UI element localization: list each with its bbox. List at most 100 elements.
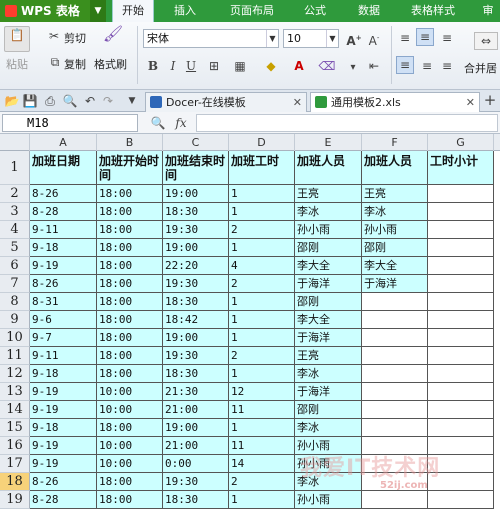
cell-c[interactable]: 19:30 [163, 347, 229, 365]
cell-c[interactable]: 0:00 [163, 455, 229, 473]
undo-icon[interactable]: ↶ [82, 93, 98, 109]
cell-d[interactable]: 11 [229, 437, 295, 455]
cell-e[interactable]: 邵刚 [295, 293, 362, 311]
scissors-icon[interactable]: ✂ [46, 28, 62, 44]
cell-c[interactable]: 18:30 [163, 293, 229, 311]
cell-c[interactable]: 18:42 [163, 311, 229, 329]
row-header[interactable]: 3 [0, 203, 30, 221]
align-left-icon[interactable]: ≡ [396, 56, 414, 74]
font-grow-icon[interactable]: A+ [346, 30, 362, 49]
cell-g[interactable] [428, 419, 494, 437]
cell-g[interactable] [428, 203, 494, 221]
row-header[interactable]: 4 [0, 221, 30, 239]
cell-b[interactable]: 18:00 [97, 329, 163, 347]
column-header-a[interactable]: A [30, 134, 97, 151]
cell-a[interactable]: 8-26 [30, 275, 97, 293]
cell-e[interactable]: 于海洋 [295, 329, 362, 347]
row-header[interactable]: 18 [0, 473, 30, 491]
cell-b[interactable]: 18:00 [97, 185, 163, 203]
formula-input[interactable] [196, 114, 498, 132]
cell-c[interactable]: 18:30 [163, 203, 229, 221]
row-header[interactable]: 11 [0, 347, 30, 365]
tab-workbook[interactable]: 通用模板2.xls ✕ [310, 92, 480, 112]
column-header-c[interactable]: C [163, 134, 229, 151]
cell-e[interactable]: 李大全 [295, 257, 362, 275]
cell-a[interactable]: 8-31 [30, 293, 97, 311]
cell-e[interactable]: 于海洋 [295, 275, 362, 293]
column-header-d[interactable]: D [229, 134, 295, 151]
cell-b[interactable]: 18:00 [97, 473, 163, 491]
menu-home[interactable]: 开始 [112, 0, 154, 22]
print-icon[interactable]: ⎙ [42, 93, 58, 109]
row-header[interactable]: 15 [0, 419, 30, 437]
cell-c[interactable]: 19:00 [163, 329, 229, 347]
cell-d[interactable]: 1 [229, 239, 295, 257]
cell-a[interactable]: 9-19 [30, 437, 97, 455]
cell-g[interactable] [428, 293, 494, 311]
header-cell-f[interactable]: 加班人员 [362, 151, 428, 185]
cell-d[interactable]: 12 [229, 383, 295, 401]
font-shrink-icon[interactable]: A- [366, 30, 382, 49]
cell-d[interactable]: 4 [229, 257, 295, 275]
bold-icon[interactable]: B [146, 58, 160, 74]
cell-d[interactable]: 2 [229, 275, 295, 293]
cell-d[interactable]: 1 [229, 365, 295, 383]
paste-icon[interactable]: 📋 [4, 26, 30, 52]
merge-icon[interactable]: ⇔ [474, 32, 498, 50]
cell-e[interactable]: 王亮 [295, 185, 362, 203]
format-painter-icon[interactable]: 🖌 [102, 26, 124, 48]
chevron-down-icon[interactable]: ▾ [346, 60, 360, 76]
column-header-f[interactable]: F [362, 134, 428, 151]
cell-g[interactable] [428, 401, 494, 419]
italic-icon[interactable]: I [166, 58, 180, 74]
cell-b[interactable]: 18:00 [97, 365, 163, 383]
cell-f[interactable] [362, 329, 428, 347]
cell-e[interactable]: 邵刚 [295, 401, 362, 419]
format-painter-button[interactable]: 格式刷 [94, 56, 127, 72]
close-icon[interactable]: ✕ [293, 93, 302, 112]
border-icon[interactable]: ⊞ [206, 58, 222, 74]
cell-d[interactable]: 1 [229, 293, 295, 311]
fill-color-icon[interactable]: ◆ [262, 58, 280, 74]
row-header[interactable]: 12 [0, 365, 30, 383]
cell-g[interactable] [428, 185, 494, 203]
menu-review[interactable]: 审 [476, 0, 500, 22]
cell-g[interactable] [428, 257, 494, 275]
cell-f[interactable]: 李大全 [362, 257, 428, 275]
cell-f[interactable] [362, 383, 428, 401]
cell-f[interactable]: 李冰 [362, 203, 428, 221]
font-family-select[interactable]: 宋体 ▼ [143, 29, 279, 48]
cell-d[interactable]: 1 [229, 203, 295, 221]
cell-d[interactable]: 1 [229, 329, 295, 347]
cell-c[interactable]: 19:30 [163, 275, 229, 293]
cell-a[interactable]: 9-7 [30, 329, 97, 347]
cell-g[interactable] [428, 383, 494, 401]
cell-g[interactable] [428, 329, 494, 347]
cell-c[interactable]: 19:00 [163, 239, 229, 257]
cell-a[interactable]: 9-19 [30, 257, 97, 275]
cell-a[interactable]: 9-6 [30, 311, 97, 329]
cell-f[interactable]: 王亮 [362, 185, 428, 203]
cell-c[interactable]: 19:00 [163, 419, 229, 437]
align-center-icon[interactable]: ≡ [418, 58, 436, 74]
row-header[interactable]: 19 [0, 491, 30, 509]
cell-f[interactable]: 于海洋 [362, 275, 428, 293]
header-cell-b[interactable]: 加班开始时间 [97, 151, 163, 185]
cell-c[interactable]: 19:00 [163, 185, 229, 203]
cell-e[interactable]: 邵刚 [295, 239, 362, 257]
cell-d[interactable]: 1 [229, 185, 295, 203]
cell-g[interactable] [428, 347, 494, 365]
copy-button[interactable]: 复制 [64, 56, 86, 72]
cell-b[interactable]: 18:00 [97, 347, 163, 365]
row-header[interactable]: 5 [0, 239, 30, 257]
row-header[interactable]: 1 [0, 151, 30, 185]
cell-a[interactable]: 9-11 [30, 221, 97, 239]
row-header[interactable]: 6 [0, 257, 30, 275]
cell-a[interactable]: 9-18 [30, 365, 97, 383]
cell-b[interactable]: 10:00 [97, 455, 163, 473]
cell-f[interactable]: 邵刚 [362, 239, 428, 257]
tab-docer[interactable]: Docer-在线模板 ✕ [145, 92, 307, 112]
cell-b[interactable]: 18:00 [97, 257, 163, 275]
cell-c[interactable]: 19:30 [163, 221, 229, 239]
cell-d[interactable]: 2 [229, 473, 295, 491]
